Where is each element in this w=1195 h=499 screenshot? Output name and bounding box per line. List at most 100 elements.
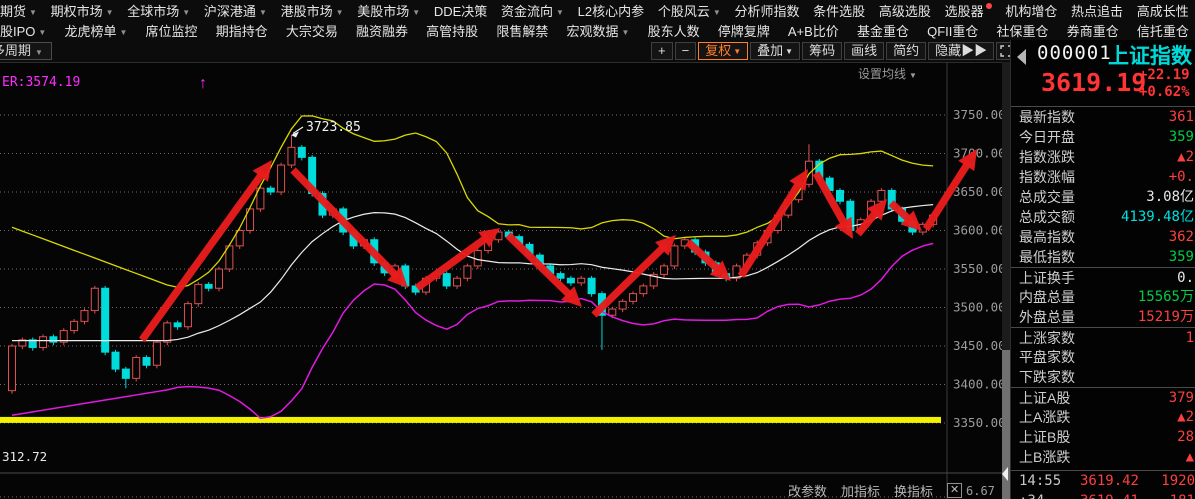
menu-row2-item-5[interactable]: 融资融券 — [356, 21, 408, 40]
top-menubar: 融期货▼期权市场▼全球市场▼沪深港通▼港股市场▼美股市场▼DDE决策资金流向▼L… — [0, 0, 1195, 40]
menu-row1-item-6[interactable]: DDE决策 — [434, 1, 487, 20]
menu-row2-item-4[interactable]: 大宗交易 — [286, 21, 338, 40]
menu-row1-item-15[interactable]: 热点追击 — [1071, 1, 1123, 20]
menu-row1-item-0[interactable]: 融期货▼ — [0, 1, 37, 20]
kline-chart: 3750.003700.003650.003600.003550.003500.… — [0, 62, 1010, 499]
menu-row1-item-4[interactable]: 港股市场▼ — [281, 1, 344, 20]
stat-value: 361 — [1169, 107, 1194, 127]
stat-value: 15565万 — [1138, 287, 1194, 307]
menu-row2-item-14[interactable]: 社保重仓 — [997, 21, 1049, 40]
stat-row-14: 上证A股379 — [1011, 387, 1195, 407]
menu-row2-item-9[interactable]: 股东人数 — [648, 21, 700, 40]
menu-row2-item-15[interactable]: 券商重仓 — [1067, 21, 1119, 40]
scrollbar-marker-icon — [1002, 467, 1008, 481]
menu-item-label: A+B比价 — [788, 24, 839, 39]
toolbar-button-5[interactable]: 画线 — [844, 42, 884, 60]
toolbar-button-3[interactable]: 叠加▼ — [750, 42, 800, 60]
stat-label: 上A涨跌 — [1019, 407, 1070, 427]
stat-label: 下跌家数 — [1019, 367, 1075, 387]
candle-body — [609, 309, 616, 315]
toolbar-button-4[interactable]: 筹码 — [802, 42, 842, 60]
vertical-scrollbar[interactable] — [1002, 62, 1010, 499]
menu-row1-item-9[interactable]: 个股风云▼ — [658, 1, 721, 20]
chevron-down-icon: ▼ — [622, 28, 630, 37]
menu-item-label: 港股市场 — [281, 4, 333, 19]
menu-item-label: 全球市场 — [127, 4, 179, 19]
stat-label: 总成交量 — [1019, 187, 1075, 207]
menu-item-label: 高级选股 — [879, 4, 931, 19]
candle-body — [91, 288, 98, 310]
toolbar-button-2[interactable]: 复权▼ — [698, 42, 748, 60]
menu-item-label: 期权市场 — [51, 4, 103, 19]
toolbar-button-group: +−复权▼叠加▼筹码画线简约隐藏▶▶ — [651, 42, 1016, 60]
kline-chart-canvas[interactable]: 3750.003700.003650.003600.003550.003500.… — [0, 62, 1010, 499]
close-pane-icon[interactable]: ✕ — [947, 483, 962, 498]
menu-row1-item-14[interactable]: 机构增仓 — [1005, 1, 1057, 20]
menu-item-label: 个股风云 — [658, 4, 710, 19]
back-arrow-icon[interactable] — [1017, 49, 1026, 65]
stat-row-6: 最高指数362 — [1011, 227, 1195, 247]
chevron-down-icon: ▼ — [259, 8, 267, 17]
menu-row1-item-11[interactable]: 条件选股 — [813, 1, 865, 20]
menu-row2-item-16[interactable]: 信托重仓 — [1137, 21, 1189, 40]
menu-row2-item-7[interactable]: 限售解禁 — [496, 21, 548, 40]
boll-lower-value-label: ER:3574.19 — [2, 75, 80, 90]
toolbar-button-label: 叠加 — [757, 43, 783, 58]
menu-row1-item-12[interactable]: 高级选股 — [879, 1, 931, 20]
menu-row2-item-12[interactable]: 基金重仓 — [857, 21, 909, 40]
menu-item-label: 基金重仓 — [857, 24, 909, 39]
candle-body — [174, 323, 181, 327]
chevron-down-icon: ▼ — [38, 28, 46, 37]
ma-settings-button[interactable]: 设置均线▼ — [858, 65, 917, 82]
menu-row1-item-10[interactable]: 分析师指数 — [734, 1, 799, 20]
toolbar-button-7[interactable]: 隐藏▶▶ — [928, 42, 994, 60]
menu-row1-item-7[interactable]: 资金流向▼ — [501, 1, 564, 20]
stat-label: 最高指数 — [1019, 227, 1075, 247]
candle-body — [122, 369, 129, 378]
chevron-down-icon: ▼ — [119, 28, 127, 37]
menu-row2-item-13[interactable]: QFII重仓 — [927, 21, 978, 40]
stat-value: ▲2 — [1177, 407, 1194, 427]
stock-name: 上证指数 — [1108, 40, 1192, 70]
menu-row1-item-8[interactable]: L2核心内参 — [578, 1, 644, 20]
indicator-tool-2[interactable]: 换指标 — [894, 481, 933, 499]
candle-body — [153, 342, 160, 365]
menu-row1-item-13[interactable]: 选股器 — [945, 1, 992, 20]
menu-row2-item-2[interactable]: 席位监控 — [146, 21, 198, 40]
toolbar-button-0[interactable]: + — [651, 42, 673, 60]
tick-list[interactable]: 14:553619.421920:343619.41181 — [1011, 470, 1195, 499]
stat-label: 最新指数 — [1019, 107, 1075, 127]
menu-row1-item-1[interactable]: 期权市场▼ — [51, 1, 114, 20]
indicator-tool-1[interactable]: 加指标 — [841, 481, 880, 499]
menu-row2-item-0[interactable]: 股IPO▼ — [0, 21, 46, 40]
menu-row1-item-5[interactable]: 美股市场▼ — [357, 1, 420, 20]
up-arrow-icon: ↑ — [199, 75, 207, 92]
indicator-tool-0[interactable]: 改参数 — [788, 481, 827, 499]
menu-item-label: DDE决策 — [434, 4, 487, 19]
toolbar-button-6[interactable]: 简约 — [886, 42, 926, 60]
notification-dot-icon — [986, 3, 992, 9]
menu-row2-item-1[interactable]: 龙虎榜单▼ — [64, 21, 127, 40]
stat-value: ▲2 — [1177, 147, 1194, 167]
candle-body — [464, 266, 471, 278]
trend-arrow-shaft — [142, 172, 263, 340]
menu-row2-item-6[interactable]: 高管持股 — [426, 21, 478, 40]
menu-row2-item-8[interactable]: 宏观数据▼ — [566, 21, 629, 40]
menu-item-label: 股IPO — [0, 24, 35, 39]
stat-value: 28 — [1177, 427, 1194, 447]
menu-row1-item-16[interactable]: 高成长性 — [1137, 1, 1189, 20]
stat-label: 外盘总量 — [1019, 307, 1075, 327]
menu-row1-item-3[interactable]: 沪深港通▼ — [204, 1, 267, 20]
more-period-button[interactable]: 更多周期▼ — [0, 42, 52, 60]
candle-body — [205, 284, 212, 288]
menu-item-label: 停牌复牌 — [718, 24, 770, 39]
ma-settings-label: 设置均线 — [858, 67, 906, 81]
menu-row2-item-3[interactable]: 期指持仓 — [216, 21, 268, 40]
stat-value: 4139.48亿 — [1121, 207, 1194, 227]
menu-item-label: L2核心内参 — [578, 4, 644, 19]
menu-row2-item-10[interactable]: 停牌复牌 — [718, 21, 770, 40]
toolbar-button-1[interactable]: − — [675, 42, 697, 60]
menu-row1-item-2[interactable]: 全球市场▼ — [127, 1, 190, 20]
menu-row2-item-11[interactable]: A+B比价 — [788, 21, 839, 40]
toolbar-button-label: + — [658, 43, 666, 58]
